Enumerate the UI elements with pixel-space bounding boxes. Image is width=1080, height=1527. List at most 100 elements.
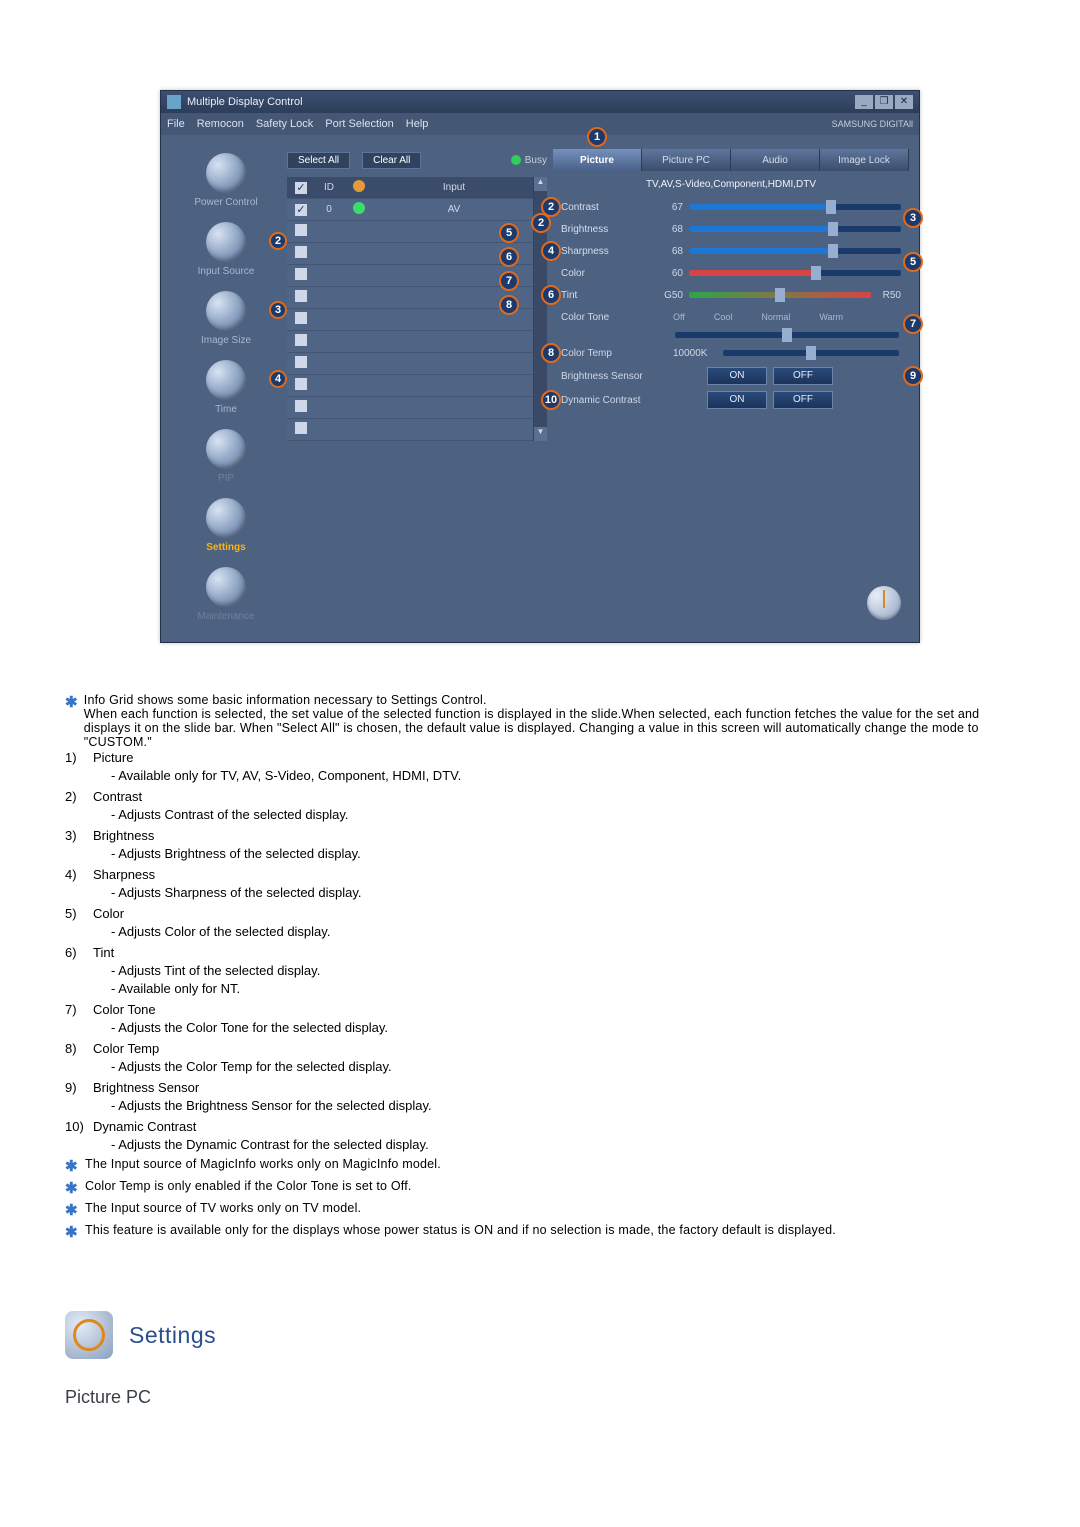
nav-maintenance[interactable]: Maintenance xyxy=(171,563,281,632)
tint-slider[interactable] xyxy=(689,292,871,298)
color-slider[interactable] xyxy=(689,270,901,276)
list-row[interactable] xyxy=(287,309,533,331)
star-icon: ✱ xyxy=(65,1201,79,1219)
brightness-sensor-on-button[interactable]: ON xyxy=(707,367,767,385)
row-checkbox[interactable] xyxy=(295,204,307,216)
brightness-sensor-label: Brightness Sensor xyxy=(561,371,701,382)
slider-thumb-icon[interactable] xyxy=(806,346,816,360)
row-dynamic-contrast: 10 Dynamic Contrast ON OFF xyxy=(553,388,909,412)
tab-audio[interactable]: Audio xyxy=(731,149,820,171)
nav-image-size[interactable]: Image Size 3 xyxy=(171,287,281,356)
explain-title: Dynamic Contrast xyxy=(93,1118,1015,1136)
nav-time[interactable]: Time 4 xyxy=(171,356,281,425)
footnote: ✱The Input source of MagicInfo works onl… xyxy=(65,1157,1015,1175)
slider-thumb-icon[interactable] xyxy=(775,288,785,302)
scroll-up-icon[interactable]: ▲ xyxy=(534,177,547,191)
slider-thumb-icon[interactable] xyxy=(828,244,838,258)
scroll-down-icon[interactable]: ▼ xyxy=(534,427,547,441)
row-checkbox[interactable] xyxy=(295,224,307,236)
menu-file[interactable]: File xyxy=(167,118,185,130)
dynamic-contrast-on-button[interactable]: ON xyxy=(707,391,767,409)
nav-power-control[interactable]: Power Control xyxy=(171,149,281,218)
window-controls: _ ❐ ✕ xyxy=(855,95,913,109)
list-row[interactable] xyxy=(287,419,533,441)
explain-index: 8) xyxy=(65,1040,87,1075)
nav-settings[interactable]: Settings xyxy=(171,494,281,563)
color-temp-value: 10000K xyxy=(673,348,721,359)
color-tone-option-labels: Off Cool Normal Warm xyxy=(673,312,843,322)
tab-picture-pc[interactable]: Picture PC xyxy=(642,149,731,171)
minimize-button[interactable]: _ xyxy=(855,95,873,109)
explain-item: 1)Picture- Available only for TV, AV, S-… xyxy=(65,749,1015,784)
footnote: ✱Color Temp is only enabled if the Color… xyxy=(65,1179,1015,1197)
list-row[interactable] xyxy=(287,287,533,309)
header-checkbox-icon[interactable] xyxy=(295,182,307,194)
row-checkbox[interactable] xyxy=(295,422,307,434)
menu-help[interactable]: Help xyxy=(406,118,429,130)
color-value: 60 xyxy=(647,268,683,279)
slider-thumb-icon[interactable] xyxy=(782,328,792,342)
explain-index: 2) xyxy=(65,788,87,823)
clear-all-button[interactable]: Clear All xyxy=(362,152,421,169)
list-row[interactable] xyxy=(287,397,533,419)
row-checkbox[interactable] xyxy=(295,290,307,302)
list-row[interactable] xyxy=(287,331,533,353)
menubar: File Remocon Safety Lock Port Selection … xyxy=(161,113,919,135)
nav-input-source[interactable]: Input Source 2 xyxy=(171,218,281,287)
row-checkbox[interactable] xyxy=(295,356,307,368)
sharpness-value: 68 xyxy=(647,246,683,257)
tab-image-lock[interactable]: Image Lock xyxy=(820,149,909,171)
rotate-icon[interactable] xyxy=(867,586,901,620)
maximize-button[interactable]: ❐ xyxy=(875,95,893,109)
brightness-label: Brightness xyxy=(561,224,647,235)
footnote-text: The Input source of TV works only on TV … xyxy=(85,1201,361,1219)
row-checkbox[interactable] xyxy=(295,312,307,324)
row-checkbox[interactable] xyxy=(295,268,307,280)
color-temp-slider[interactable] xyxy=(723,350,899,356)
side-nav: Power Control Input Source 2 Image Size … xyxy=(171,149,281,632)
intro-text: Info Grid shows some basic information n… xyxy=(84,693,1015,749)
slider-thumb-icon[interactable] xyxy=(811,266,821,280)
dynamic-contrast-off-button[interactable]: OFF xyxy=(773,391,833,409)
list-header: ID Input xyxy=(287,177,533,199)
col-id: ID xyxy=(315,182,343,193)
contrast-slider[interactable] xyxy=(689,204,901,210)
callout-6-mid: 6 xyxy=(499,247,519,267)
callout-6-row: 6 xyxy=(541,285,561,305)
select-all-button[interactable]: Select All xyxy=(287,152,350,169)
tab-picture[interactable]: Picture 1 xyxy=(553,149,642,171)
app-frame: Multiple Display Control _ ❐ ✕ File Remo… xyxy=(160,90,920,643)
slider-thumb-icon[interactable] xyxy=(828,222,838,236)
menu-safety-lock[interactable]: Safety Lock xyxy=(256,118,313,130)
list-row[interactable] xyxy=(287,375,533,397)
footnote: ✱ The Input source of TV works only on TV… xyxy=(65,1201,1015,1219)
titlebar: Multiple Display Control _ ❐ ✕ xyxy=(161,91,919,113)
footnote-text: This feature is available only for the d… xyxy=(85,1223,836,1241)
color-temp-label: Color Temp xyxy=(561,348,673,359)
list-row[interactable] xyxy=(287,221,533,243)
list-row[interactable] xyxy=(287,265,533,287)
list-row[interactable] xyxy=(287,243,533,265)
tab-label: Picture xyxy=(580,155,614,166)
slider-thumb-icon[interactable] xyxy=(826,200,836,214)
explain-index: 6) xyxy=(65,944,87,997)
brightness-slider[interactable] xyxy=(689,226,901,232)
sharpness-slider[interactable] xyxy=(689,248,901,254)
row-checkbox[interactable] xyxy=(295,246,307,258)
close-button[interactable]: ✕ xyxy=(895,95,913,109)
row-checkbox[interactable] xyxy=(295,378,307,390)
nav-pip[interactable]: PIP xyxy=(171,425,281,494)
menu-port-selection[interactable]: Port Selection xyxy=(325,118,393,130)
row-checkbox[interactable] xyxy=(295,334,307,346)
menu-remocon[interactable]: Remocon xyxy=(197,118,244,130)
star-icon: ✱ xyxy=(65,1223,79,1241)
pip-icon xyxy=(206,429,246,469)
display-list-column: Select All Clear All Busy ID Input 0AV xyxy=(287,149,547,632)
nav-label: Input Source xyxy=(171,266,281,277)
color-tone-slider[interactable] xyxy=(675,332,899,338)
row-checkbox[interactable] xyxy=(295,400,307,412)
list-row[interactable] xyxy=(287,353,533,375)
list-row[interactable]: 0AV xyxy=(287,199,533,221)
contrast-label: Contrast xyxy=(561,202,647,213)
brightness-sensor-off-button[interactable]: OFF xyxy=(773,367,833,385)
